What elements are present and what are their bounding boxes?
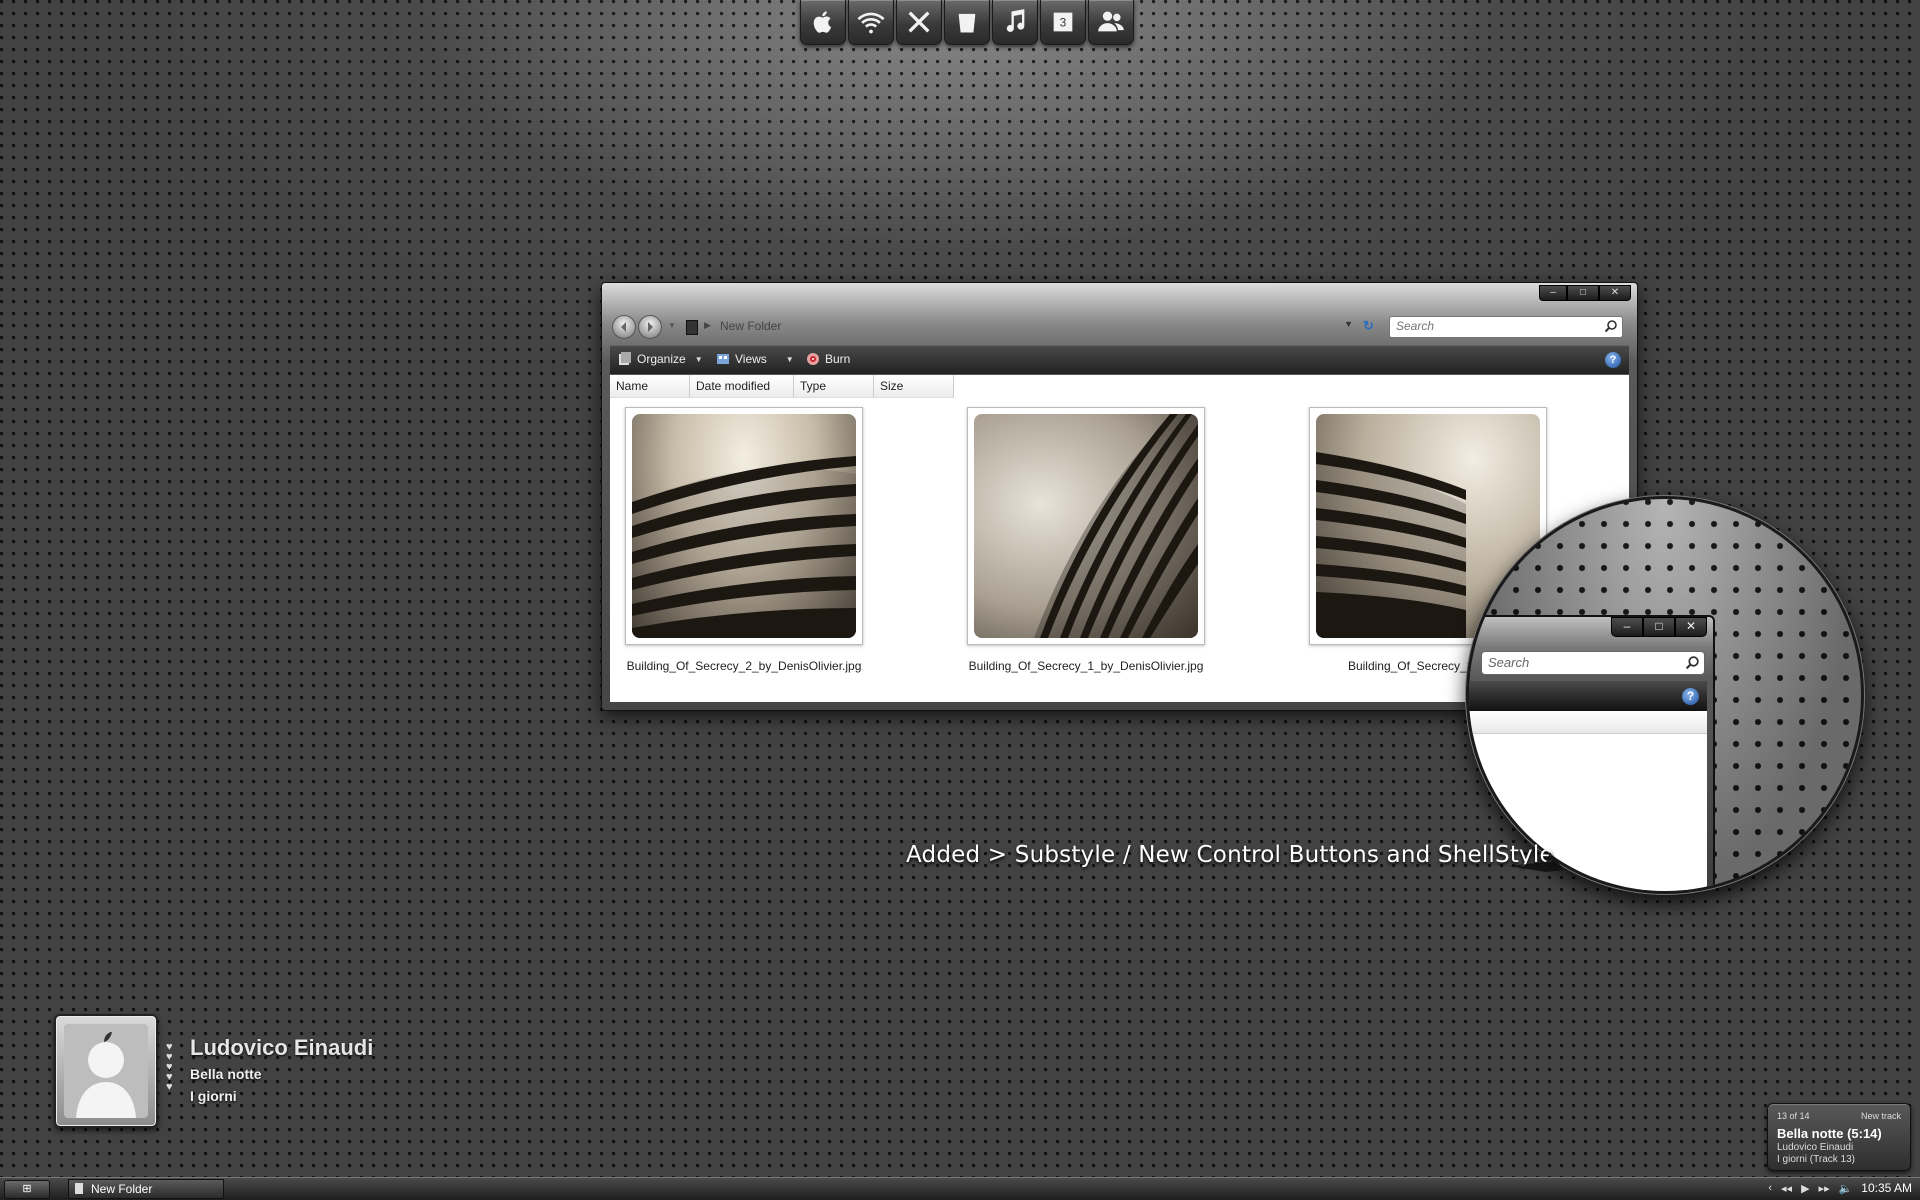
taskbar: ⊞ New Folder ‹ ◂◂ ▶ ▸▸ 🔈 10:35 AM: [0, 1177, 1920, 1200]
back-arrow-icon: [621, 322, 626, 332]
refresh-icon[interactable]: ↻: [1363, 318, 1379, 334]
clock[interactable]: 10:35 AM: [1861, 1181, 1912, 1195]
burn-button[interactable]: Burn: [806, 352, 850, 366]
start-button[interactable]: ⊞: [4, 1180, 50, 1199]
magnified-minimize-button: –: [1611, 617, 1643, 637]
burn-label: Burn: [825, 352, 851, 366]
volume-icon[interactable]: 🔈: [1839, 1182, 1853, 1195]
organize-label: Organize: [637, 352, 686, 366]
search-icon[interactable]: [1604, 319, 1618, 333]
search-box: [1389, 316, 1623, 338]
burn-disc-icon: [807, 353, 819, 365]
system-tray: ‹ ◂◂ ▶ ▸▸ 🔈 10:35 AM: [1768, 1181, 1912, 1195]
thumbnail-frame: [625, 407, 863, 645]
rating-hearts[interactable]: ♥ ♥ ♥ ♥ ♥: [166, 1042, 173, 1093]
column-size[interactable]: Size: [874, 375, 954, 397]
dock-apple[interactable]: [800, 0, 846, 45]
next-track-icon[interactable]: ▸▸: [1819, 1182, 1830, 1195]
track-artist: Ludovico Einaudi: [1777, 1142, 1854, 1153]
back-button[interactable]: [612, 315, 636, 339]
apple-icon: [813, 11, 832, 33]
organize-button[interactable]: Organize ▼: [618, 352, 703, 366]
track-album: I giorni (Track 13): [1777, 1154, 1855, 1165]
now-playing-title: Bella notte: [190, 1066, 262, 1082]
dock-tools[interactable]: [896, 0, 942, 45]
magnified-close-button: ✕: [1675, 617, 1707, 637]
music-icon: [1006, 9, 1025, 32]
file-name: Building_Of_Secrecy_1_by_DenisOlivier.jp…: [968, 659, 1204, 673]
tray-expand-icon[interactable]: ‹: [1768, 1182, 1772, 1194]
building-photo-thumbnail: [974, 414, 1198, 638]
magnified-column-header: [1469, 711, 1707, 734]
dock-users[interactable]: [1088, 0, 1134, 45]
dock-music[interactable]: [992, 0, 1038, 45]
organize-icon: [619, 352, 631, 365]
magnified-help-icon: ?: [1682, 688, 1699, 705]
history-dropdown-icon[interactable]: ▼: [668, 321, 676, 330]
dock-network[interactable]: [848, 0, 894, 45]
column-type[interactable]: Type: [794, 375, 874, 397]
previous-track-icon[interactable]: ◂◂: [1781, 1182, 1792, 1195]
breadcrumb-arrow-icon[interactable]: ▶: [704, 320, 711, 331]
thumbnail-frame: [967, 407, 1205, 645]
magnified-maximize-button: □: [1643, 617, 1675, 637]
minimize-button[interactable]: –: [1539, 285, 1567, 301]
track-notification[interactable]: 13 of 14 New track Bella notte (5:14) Lu…: [1767, 1103, 1911, 1171]
address-dropdown-icon[interactable]: ▼: [1344, 319, 1353, 329]
tools-icon: [908, 11, 930, 33]
magnified-window-controls: – □ ✕: [1611, 617, 1707, 637]
now-playing-artist: Ludovico Einaudi: [190, 1035, 374, 1060]
file-name: Building_Of_Secrecy_2_by_DenisOlivier.jp…: [626, 659, 862, 673]
caption-arrow-icon: [1508, 852, 1564, 872]
views-label: Views: [735, 352, 767, 366]
magnified-search-box: Search: [1481, 651, 1705, 675]
views-chevron-icon: ▼: [785, 354, 794, 364]
caption-text: Added > Substyle / New Control Buttons a…: [906, 842, 1554, 868]
folder-icon: [75, 1183, 83, 1194]
album-cover[interactable]: [54, 1014, 158, 1128]
views-icon: [717, 354, 729, 364]
window-controls: – □ ✕: [1539, 285, 1631, 301]
file-item[interactable]: Building_Of_Secrecy_2_by_DenisOlivier.jp…: [624, 407, 864, 673]
maximize-button[interactable]: □: [1567, 285, 1599, 301]
search-input[interactable]: [1390, 317, 1592, 335]
organize-chevron-icon: ▼: [694, 354, 703, 364]
magnified-search-placeholder: Search: [1488, 655, 1530, 670]
forward-arrow-icon: [648, 322, 653, 332]
close-button[interactable]: ✕: [1599, 285, 1631, 301]
command-bar: Organize ▼ Views ▼ Burn ?: [610, 345, 1629, 374]
folder-icon: [686, 320, 698, 335]
address-bar: ▼ ▶ New Folder ▼ ↻: [610, 315, 1629, 341]
taskbar-item-label: New Folder: [91, 1182, 153, 1196]
play-icon[interactable]: ▶: [1801, 1182, 1809, 1195]
artist-silhouette-icon: [64, 1024, 148, 1118]
svg-text:3: 3: [1060, 17, 1066, 30]
building-photo-thumbnail: [632, 414, 856, 638]
track-status: New track: [1860, 1111, 1901, 1121]
top-dock: 3: [800, 0, 1136, 45]
dock-trash[interactable]: [944, 0, 990, 45]
breadcrumb[interactable]: New Folder: [720, 319, 781, 333]
heart-icon: ♥: [166, 1081, 173, 1093]
help-icon[interactable]: ?: [1605, 352, 1621, 368]
now-playing-album: I giorni: [190, 1088, 237, 1104]
magnified-command-bar: ?: [1469, 681, 1707, 711]
taskbar-item-new-folder[interactable]: New Folder: [68, 1179, 224, 1199]
column-date-modified[interactable]: Date modified: [690, 375, 794, 397]
track-title: Bella notte (5:14): [1777, 1126, 1882, 1141]
track-position: 13 of 14: [1777, 1111, 1810, 1121]
column-name[interactable]: Name: [610, 375, 690, 397]
trash-icon: [958, 13, 976, 33]
users-icon: [1098, 11, 1124, 32]
views-button[interactable]: Views ▼: [716, 352, 794, 366]
forward-button[interactable]: [638, 315, 662, 339]
wifi-icon: [857, 12, 885, 34]
dock-calendar[interactable]: 3: [1040, 0, 1086, 45]
column-headers: Name Date modified Type Size: [610, 375, 954, 398]
calendar-icon: 3: [1053, 12, 1073, 32]
file-item[interactable]: Building_Of_Secrecy_1_by_DenisOlivier.jp…: [966, 407, 1206, 673]
magnified-search-icon: [1685, 656, 1699, 670]
zoom-magnifier: – □ ✕ Search ?: [1466, 496, 1864, 894]
